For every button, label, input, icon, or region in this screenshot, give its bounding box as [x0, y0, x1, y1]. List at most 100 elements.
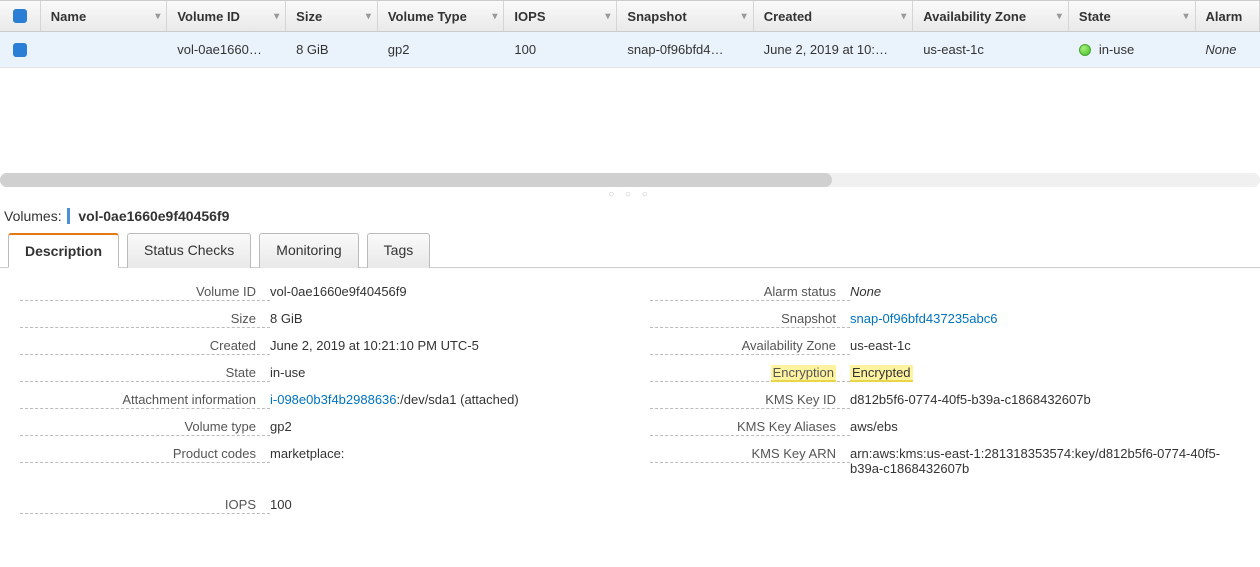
- kv-label: KMS Key ARN: [650, 446, 850, 463]
- kv-value: us-east-1c: [850, 338, 1240, 353]
- kv-product-codes: Product codes marketplace:: [20, 446, 610, 463]
- chevron-down-icon: ▾: [274, 11, 279, 22]
- kv-kms-key-arn: KMS Key ARN arn:aws:kms:us-east-1:281318…: [650, 446, 1240, 476]
- cell-volume-id: vol-0ae1660…: [167, 32, 286, 67]
- kv-value: in-use: [270, 365, 610, 380]
- cell-volume-type: gp2: [378, 32, 505, 67]
- column-header-alarm[interactable]: Alarm: [1196, 1, 1260, 31]
- kv-created: Created June 2, 2019 at 10:21:10 PM UTC-…: [20, 338, 610, 355]
- pane-resize-handle[interactable]: ○ ○ ○: [0, 187, 1260, 204]
- kv-label: Product codes: [20, 446, 270, 463]
- instance-link[interactable]: i-098e0b3f4b2988636: [270, 392, 397, 407]
- table-row[interactable]: vol-0ae1660… 8 GiB gp2 100 snap-0f96bfd4…: [0, 32, 1260, 68]
- column-header-az[interactable]: Availability Zone ▾: [913, 1, 1069, 31]
- kv-label: Size: [20, 311, 270, 328]
- table-header-row: Name ▾ Volume ID ▾ Size▾ Volume Type ▾ IOPS…: [0, 0, 1260, 32]
- column-label: Alarm: [1206, 9, 1243, 24]
- kv-label: Snapshot: [650, 311, 850, 328]
- chevron-down-icon: ▾: [155, 11, 160, 22]
- kv-value: aws/ebs: [850, 419, 1240, 434]
- column-header-volume-type[interactable]: Volume Type ▾: [378, 1, 505, 31]
- column-header-iops[interactable]: IOPS ▾: [504, 1, 617, 31]
- kv-alarm-status: Alarm status None: [650, 284, 1240, 301]
- column-header-created[interactable]: Created ▾: [754, 1, 914, 31]
- kv-value: arn:aws:kms:us-east-1:281318353574:key/d…: [850, 446, 1240, 476]
- kv-kms-key-aliases: KMS Key Aliases aws/ebs: [650, 419, 1240, 436]
- header-select-all[interactable]: [0, 1, 41, 31]
- kv-value: None: [850, 284, 1240, 299]
- kv-label: Created: [20, 338, 270, 355]
- column-label: IOPS: [514, 9, 545, 24]
- column-header-size[interactable]: Size▾: [286, 1, 378, 31]
- kv-label: Alarm status: [650, 284, 850, 301]
- tab-monitoring[interactable]: Monitoring: [259, 233, 358, 268]
- checkbox-icon: [13, 9, 27, 23]
- column-header-name[interactable]: Name ▾: [41, 1, 168, 31]
- kv-size: Size 8 GiB: [20, 311, 610, 328]
- column-header-state[interactable]: State ▾: [1069, 1, 1196, 31]
- cell-az: us-east-1c: [913, 32, 1069, 67]
- details-left-column: Volume ID vol-0ae1660e9f40456f9 Size 8 G…: [20, 284, 610, 524]
- chevron-down-icon: ▾: [366, 11, 371, 22]
- detail-prefix: Volumes:: [4, 208, 62, 224]
- kv-label: KMS Key ID: [650, 392, 850, 409]
- kv-value: 100: [270, 497, 610, 512]
- column-label: Volume ID: [177, 9, 240, 24]
- column-label: Availability Zone: [923, 9, 1026, 24]
- column-label: Volume Type: [388, 9, 467, 24]
- chevron-down-icon: ▾: [1183, 11, 1188, 22]
- kv-encryption: Encryption Encrypted: [650, 365, 1240, 382]
- column-label: Name: [51, 9, 86, 24]
- details-right-column: Alarm status None Snapshot snap-0f96bfd4…: [650, 284, 1240, 524]
- snapshot-link[interactable]: snap-0f96bfd437235abc6: [850, 311, 997, 326]
- chevron-down-icon: ▾: [605, 11, 610, 22]
- scrollbar-thumb[interactable]: [0, 173, 832, 187]
- horizontal-scrollbar[interactable]: [0, 173, 1260, 187]
- kv-attachment-information: Attachment information i-098e0b3f4b29886…: [20, 392, 610, 409]
- column-label: State: [1079, 9, 1111, 24]
- detail-volume-id: vol-0ae1660e9f40456f9: [78, 208, 229, 224]
- tab-tags[interactable]: Tags: [367, 233, 431, 268]
- volumes-table: Name ▾ Volume ID ▾ Size▾ Volume Type ▾ IOPS…: [0, 0, 1260, 187]
- tab-description[interactable]: Description: [8, 233, 119, 268]
- highlight-icon: Encryption: [771, 365, 836, 380]
- kv-value: i-098e0b3f4b2988636:/dev/sda1 (attached): [270, 392, 610, 407]
- detail-tabs: Description Status Checks Monitoring Tag…: [0, 232, 1260, 268]
- cell-created: June 2, 2019 at 10:…: [754, 32, 914, 67]
- kv-volume-id: Volume ID vol-0ae1660e9f40456f9: [20, 284, 610, 301]
- chevron-down-icon: ▾: [1057, 11, 1062, 22]
- chevron-down-icon: ▾: [901, 11, 906, 22]
- kv-label: Availability Zone: [650, 338, 850, 355]
- kv-availability-zone: Availability Zone us-east-1c: [650, 338, 1240, 355]
- chevron-down-icon: ▾: [742, 11, 747, 22]
- column-header-volume-id[interactable]: Volume ID ▾: [167, 1, 286, 31]
- kv-snapshot: Snapshot snap-0f96bfd437235abc6: [650, 311, 1240, 328]
- chevron-down-icon: ▾: [492, 11, 497, 22]
- column-label: Snapshot: [627, 9, 686, 24]
- highlight-icon: Encrypted: [850, 365, 913, 380]
- kv-label: State: [20, 365, 270, 382]
- kv-value: vol-0ae1660e9f40456f9: [270, 284, 610, 299]
- kv-label: Volume type: [20, 419, 270, 436]
- tab-status-checks[interactable]: Status Checks: [127, 233, 251, 268]
- kv-state: State in-use: [20, 365, 610, 382]
- kv-value: d812b5f6-0774-40f5-b39a-c1868432607b: [850, 392, 1240, 407]
- kv-label: IOPS: [20, 497, 270, 514]
- cell-name: [41, 32, 168, 67]
- column-label: Created: [764, 9, 812, 24]
- kv-volume-type: Volume type gp2: [20, 419, 610, 436]
- text-cursor-icon: [67, 208, 70, 224]
- kv-value: snap-0f96bfd437235abc6: [850, 311, 1240, 326]
- detail-pane-header: Volumes: vol-0ae1660e9f40456f9: [0, 204, 1260, 232]
- kv-value: Encrypted: [850, 365, 1240, 380]
- checkbox-icon: [13, 43, 27, 57]
- alarm-status-text: None: [850, 284, 881, 299]
- kv-iops: IOPS 100: [20, 497, 610, 514]
- kv-label: Encryption: [650, 365, 850, 382]
- column-header-snapshot[interactable]: Snapshot ▾: [617, 1, 753, 31]
- cell-size: 8 GiB: [286, 32, 378, 67]
- cell-snapshot: snap-0f96bfd4…: [617, 32, 753, 67]
- kv-value: June 2, 2019 at 10:21:10 PM UTC-5: [270, 338, 610, 353]
- row-checkbox[interactable]: [0, 32, 41, 67]
- kv-kms-key-id: KMS Key ID d812b5f6-0774-40f5-b39a-c1868…: [650, 392, 1240, 409]
